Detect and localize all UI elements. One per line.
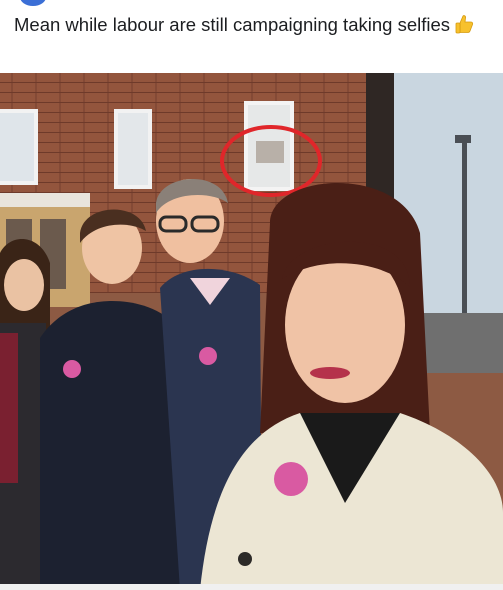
post-photo[interactable] xyxy=(0,73,503,590)
bottom-bar xyxy=(0,584,503,590)
thumbs-up-icon xyxy=(454,14,474,34)
post-caption: Mean while labour are still campaigning … xyxy=(14,14,451,35)
post-text: Mean while labour are still campaigning … xyxy=(14,11,484,38)
reaction-icon xyxy=(20,0,46,6)
photo-scene xyxy=(0,73,503,590)
top-strip xyxy=(0,0,503,8)
